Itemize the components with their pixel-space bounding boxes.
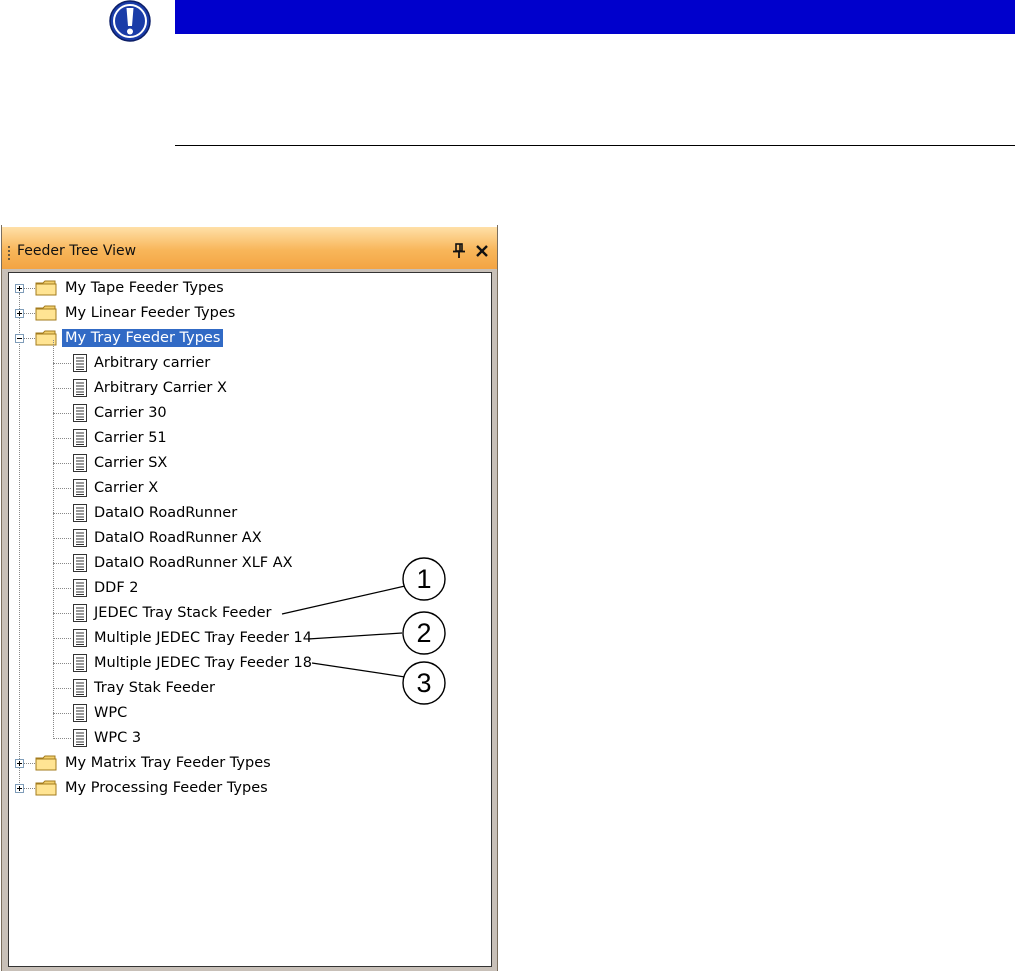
- tree-item-row[interactable]: Carrier SX: [9, 452, 489, 474]
- tree-item-label[interactable]: Carrier SX: [91, 454, 170, 472]
- folder-icon: [35, 779, 57, 797]
- tree-item-row[interactable]: Carrier X: [9, 477, 489, 499]
- tray-feeder-icon: [73, 479, 87, 497]
- tree-connector: [53, 340, 54, 739]
- drag-grip-icon[interactable]: [8, 246, 10, 262]
- tree-connector: [53, 738, 71, 739]
- expand-icon[interactable]: [15, 784, 24, 793]
- callout-2: 2: [402, 611, 446, 655]
- tree-item-label[interactable]: Carrier 51: [91, 429, 170, 447]
- tree-folder-label[interactable]: My Processing Feeder Types: [62, 779, 271, 797]
- tree-folder-label[interactable]: My Tape Feeder Types: [62, 279, 227, 297]
- tray-feeder-icon: [73, 379, 87, 397]
- expand-icon[interactable]: [15, 309, 24, 318]
- tree-folder-row[interactable]: My Matrix Tray Feeder Types: [9, 752, 489, 774]
- tree-item-row[interactable]: DataIO RoadRunner: [9, 502, 489, 524]
- tree-item-label[interactable]: JEDEC Tray Stack Feeder: [91, 604, 275, 622]
- tree-item-row[interactable]: Carrier 51: [9, 427, 489, 449]
- tree-connector: [53, 463, 71, 464]
- tree-connector: [53, 438, 71, 439]
- tree-connector: [53, 363, 71, 364]
- tree-item-row[interactable]: Arbitrary carrier: [9, 352, 489, 374]
- tray-feeder-icon: [73, 629, 87, 647]
- tree-connector: [53, 563, 71, 564]
- tree-connector: [24, 763, 35, 764]
- callout-number: 3: [416, 668, 432, 698]
- tray-feeder-icon: [73, 529, 87, 547]
- folder-icon: [35, 304, 57, 322]
- tray-feeder-icon: [73, 729, 87, 747]
- callout-number: 1: [416, 564, 432, 594]
- tree-folder-row[interactable]: My Tape Feeder Types: [9, 277, 489, 299]
- tree-item-label[interactable]: Multiple JEDEC Tray Feeder 14: [91, 629, 315, 647]
- panel-header[interactable]: Feeder Tree View: [2, 225, 497, 269]
- tree-connector: [53, 513, 71, 514]
- tree-folder-row[interactable]: My Processing Feeder Types: [9, 777, 489, 799]
- tree-connector: [53, 688, 71, 689]
- tree-item-label[interactable]: Carrier X: [91, 479, 161, 497]
- tree-folder-row[interactable]: My Tray Feeder Types: [9, 327, 489, 349]
- note-header-bar: [175, 0, 1015, 34]
- tree-connector: [53, 388, 71, 389]
- tree-item-label[interactable]: DataIO RoadRunner: [91, 504, 240, 522]
- tree-connector: [24, 313, 35, 314]
- tree-connector: [53, 663, 71, 664]
- exclamation-icon: [109, 0, 151, 42]
- close-icon[interactable]: [474, 243, 490, 259]
- tree-item-label[interactable]: WPC: [91, 704, 130, 722]
- callout-3: 3: [402, 661, 446, 705]
- tree-connector: [53, 488, 71, 489]
- tree-item-label[interactable]: Carrier 30: [91, 404, 170, 422]
- tree-connector: [53, 413, 71, 414]
- tray-feeder-icon: [73, 704, 87, 722]
- tree-item-row[interactable]: Carrier 30: [9, 402, 489, 424]
- tray-feeder-icon: [73, 454, 87, 472]
- panel-title: Feeder Tree View: [17, 243, 137, 259]
- tree-item-label[interactable]: DataIO RoadRunner XLF AX: [91, 554, 296, 572]
- tree-folder-row[interactable]: My Linear Feeder Types: [9, 302, 489, 324]
- expand-icon[interactable]: [15, 284, 24, 293]
- folder-icon: [35, 279, 57, 297]
- tree-connector: [53, 638, 71, 639]
- tree-folder-label[interactable]: My Linear Feeder Types: [62, 304, 238, 322]
- tray-feeder-icon: [73, 404, 87, 422]
- tray-feeder-icon: [73, 679, 87, 697]
- tree-connector: [53, 713, 71, 714]
- tree-connector: [53, 538, 71, 539]
- tray-feeder-icon: [73, 604, 87, 622]
- tree-item-label[interactable]: WPC 3: [91, 729, 144, 747]
- tree-item-label[interactable]: Tray Stak Feeder: [91, 679, 218, 697]
- callout-number: 2: [416, 618, 432, 648]
- tree-item-label[interactable]: Arbitrary Carrier X: [91, 379, 230, 397]
- tray-feeder-icon: [73, 654, 87, 672]
- tray-feeder-icon: [73, 504, 87, 522]
- tray-feeder-icon: [73, 579, 87, 597]
- tree-connector: [24, 288, 35, 289]
- tree-connector: [53, 613, 71, 614]
- collapse-icon[interactable]: [15, 334, 24, 343]
- tree-item-label[interactable]: Arbitrary carrier: [91, 354, 213, 372]
- tree-item-row[interactable]: WPC 3: [9, 727, 489, 749]
- tray-feeder-icon: [73, 554, 87, 572]
- callout-1: 1: [402, 557, 446, 601]
- note-divider: [175, 145, 1015, 146]
- folder-icon: [35, 754, 57, 772]
- tray-feeder-icon: [73, 354, 87, 372]
- tree-item-label[interactable]: DataIO RoadRunner AX: [91, 529, 265, 547]
- tree-item-row[interactable]: DataIO RoadRunner AX: [9, 527, 489, 549]
- tree-item-label[interactable]: DDF 2: [91, 579, 142, 597]
- pin-icon[interactable]: [451, 242, 467, 260]
- tree-item-row[interactable]: WPC: [9, 702, 489, 724]
- tree-connector: [24, 338, 35, 339]
- tree-connector: [53, 588, 71, 589]
- tree-connector: [24, 788, 35, 789]
- tray-feeder-icon: [73, 429, 87, 447]
- tree-item-row[interactable]: Arbitrary Carrier X: [9, 377, 489, 399]
- tree-item-label[interactable]: Multiple JEDEC Tray Feeder 18: [91, 654, 315, 672]
- tree-folder-label[interactable]: My Tray Feeder Types: [62, 329, 224, 347]
- tree-folder-label[interactable]: My Matrix Tray Feeder Types: [62, 754, 274, 772]
- expand-icon[interactable]: [15, 759, 24, 768]
